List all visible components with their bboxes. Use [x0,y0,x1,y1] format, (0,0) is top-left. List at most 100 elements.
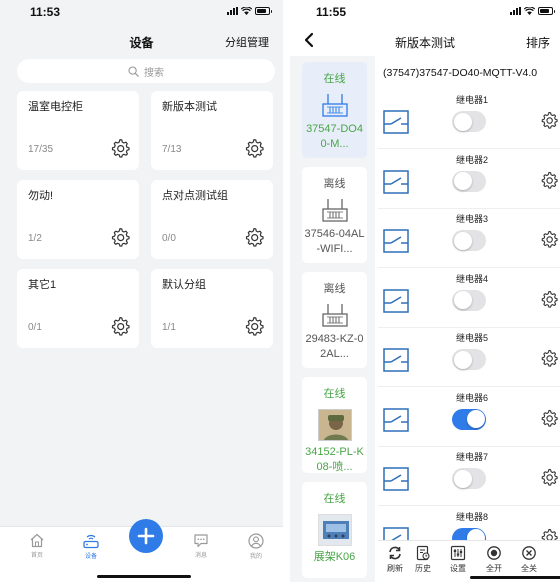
gear-icon[interactable] [110,316,130,336]
relay-row: 继电器1 [378,89,560,149]
tab-home[interactable]: 首页 [17,533,57,559]
group-online-count: 1/2 [28,233,42,244]
status-icons [510,7,555,15]
tab-label: 我的 [249,554,262,560]
gear-icon[interactable] [540,230,558,248]
group-name: 点对点测试组 [162,190,228,202]
battery-icon [255,7,272,15]
device-photo [317,514,352,546]
device-name: 37547-DO40-M... [306,123,363,150]
gear-icon[interactable] [244,316,264,336]
plus-icon [137,527,155,545]
device-status: 在线 [323,388,346,400]
relay-switch-icon [383,348,409,372]
relay-row: 继电器4 [378,268,560,328]
bottom-toolbar: 刷新 历史 设置 全开 全关 [378,540,560,582]
wifi-icon [241,7,252,15]
relay-switch-icon [383,407,409,432]
controller-icon [321,304,348,327]
router-icon [83,534,99,549]
device-card[interactable]: 在线 34152-PL-K08-喷... [302,377,367,473]
device-card[interactable]: 离线 37546-04AL-WIFI... [302,167,367,263]
page-title: 新版本测试 [394,36,455,50]
tab-devices[interactable]: 设备 [71,533,111,560]
battery-icon [538,7,555,15]
user-icon [248,533,264,549]
status-icons [227,7,272,15]
toggle-knob [466,410,485,428]
relay-switch-icon [383,169,409,194]
relay-label: 继电器1 [455,95,488,105]
group-card[interactable]: 点对点测试组 0/0 [151,180,273,259]
tab-bar: 首页 设备 消息 我的 [0,519,283,582]
device-card[interactable]: 在线 展架K06 [302,482,367,578]
relay-toggle[interactable] [452,170,486,192]
gear-icon[interactable] [110,227,130,247]
device-photo [317,409,352,441]
gear-icon[interactable] [110,138,130,158]
tool-label: 全开 [486,564,502,573]
relay-toggle[interactable] [452,349,486,370]
relay-row: 继电器5 [378,327,560,387]
settings-button[interactable]: 设置 [441,545,475,574]
device-sidebar: 在线 37547-DO40-M... 离线 37546-04AL-WIFI...… [290,56,375,582]
device-card[interactable]: 离线 29483-KZ-02AL... [302,272,367,368]
wifi-icon [524,7,535,15]
group-manage-button[interactable]: 分组管理 [225,34,269,50]
controller-icon [321,94,348,117]
group-online-count: 0/0 [162,233,176,244]
relay-toggle[interactable] [452,111,486,132]
all-on-button[interactable]: 全开 [477,545,511,574]
group-card[interactable]: 新版本测试 7/13 [151,91,273,170]
relay-toggle[interactable] [452,408,486,430]
relay-toggle[interactable] [452,468,486,489]
tab-profile[interactable]: 我的 [236,533,276,560]
gear-icon[interactable] [540,409,558,427]
relay-row: 继电器3 [378,208,560,268]
status-bar: 11:53 [0,0,283,24]
group-card[interactable]: 温室电控柜 17/35 [17,91,139,170]
tool-label: 全关 [521,564,537,573]
tool-label: 设置 [450,564,466,573]
group-online-count: 0/1 [28,322,42,333]
all-off-button[interactable]: 全关 [512,545,546,574]
signal-icon [510,7,521,15]
toggle-knob [453,291,472,309]
settings-icon [450,545,466,561]
gear-icon[interactable] [540,171,558,189]
relay-toggle[interactable] [452,289,486,311]
group-card[interactable]: 勿动! 1/2 [17,180,139,259]
gear-icon[interactable] [540,349,558,367]
device-status: 在线 [323,493,346,505]
device-card[interactable]: 在线 37547-DO40-M... [302,62,367,158]
relay-row: 继电器7 [378,446,560,506]
gear-icon[interactable] [540,111,558,129]
history-button[interactable]: 历史 [406,545,440,574]
gear-icon[interactable] [540,290,558,308]
device-name: 29483-KZ-02AL... [305,333,364,360]
relay-label: 继电器7 [455,452,488,462]
history-icon [416,545,430,561]
gear-icon[interactable] [244,227,264,247]
group-name: 其它1 [28,279,57,291]
add-device-button[interactable] [129,519,163,553]
relay-toggle[interactable] [452,230,486,251]
gear-icon[interactable] [540,468,558,486]
tool-label: 历史 [415,564,431,573]
device-name: 34152-PL-K08-喷... [305,446,364,473]
gear-icon[interactable] [244,138,264,158]
group-card[interactable]: 默认分组 1/1 [151,269,273,348]
devices-screen: 11:53 设备 分组管理 搜索 温室电控柜 17/35 新版本测试 7/13 勿动! 1… [0,0,283,582]
sort-button[interactable]: 排序 [526,34,550,51]
relay-label: 继电器6 [455,392,488,403]
device-status: 离线 [323,178,346,190]
status-time: 11:53 [30,5,61,19]
relay-panel: (37547)37547-DO40-MQTT-V4.0 继电器1 继电器2 继电器3… [378,56,560,582]
tab-label: 首页 [30,553,43,559]
group-card[interactable]: 其它1 0/1 [17,269,139,348]
tab-messages[interactable]: 消息 [181,533,221,559]
device-status: 在线 [323,73,346,85]
search-input[interactable]: 搜索 [17,59,275,83]
device-status: 离线 [323,283,346,295]
tab-label: 消息 [194,553,207,559]
